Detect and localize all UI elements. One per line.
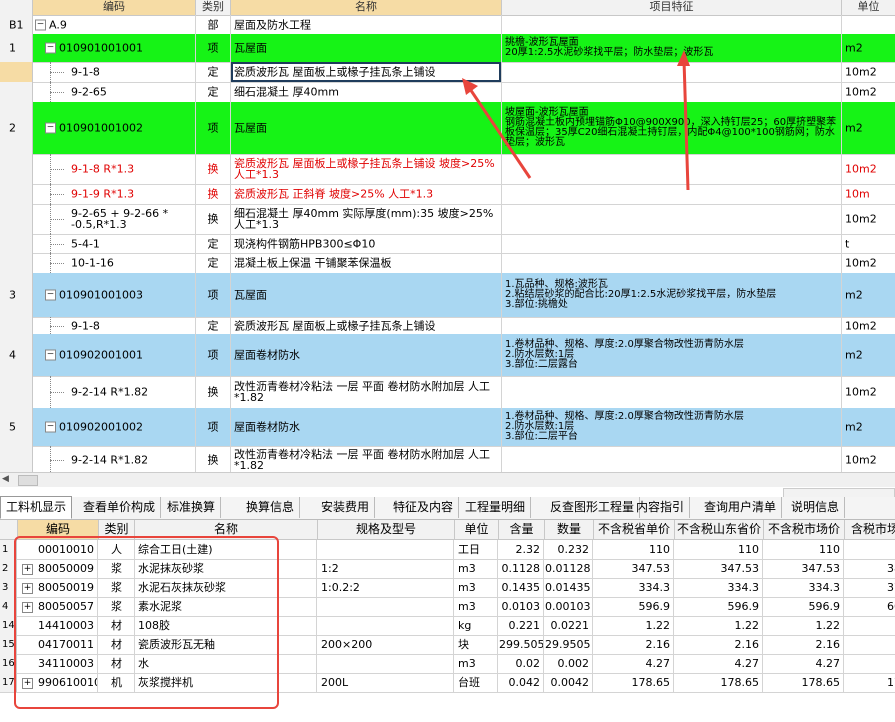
annotation-arrow-left — [466, 85, 532, 179]
arrowhead-left-icon — [462, 78, 478, 95]
name-text: 瓷质波形瓦 屋面板上或椽子挂瓦条上铺设 — [234, 65, 436, 79]
annotation-arrow-right — [682, 59, 690, 191]
annotation-arrows — [462, 50, 690, 191]
arrowhead-right-icon — [677, 50, 690, 66]
